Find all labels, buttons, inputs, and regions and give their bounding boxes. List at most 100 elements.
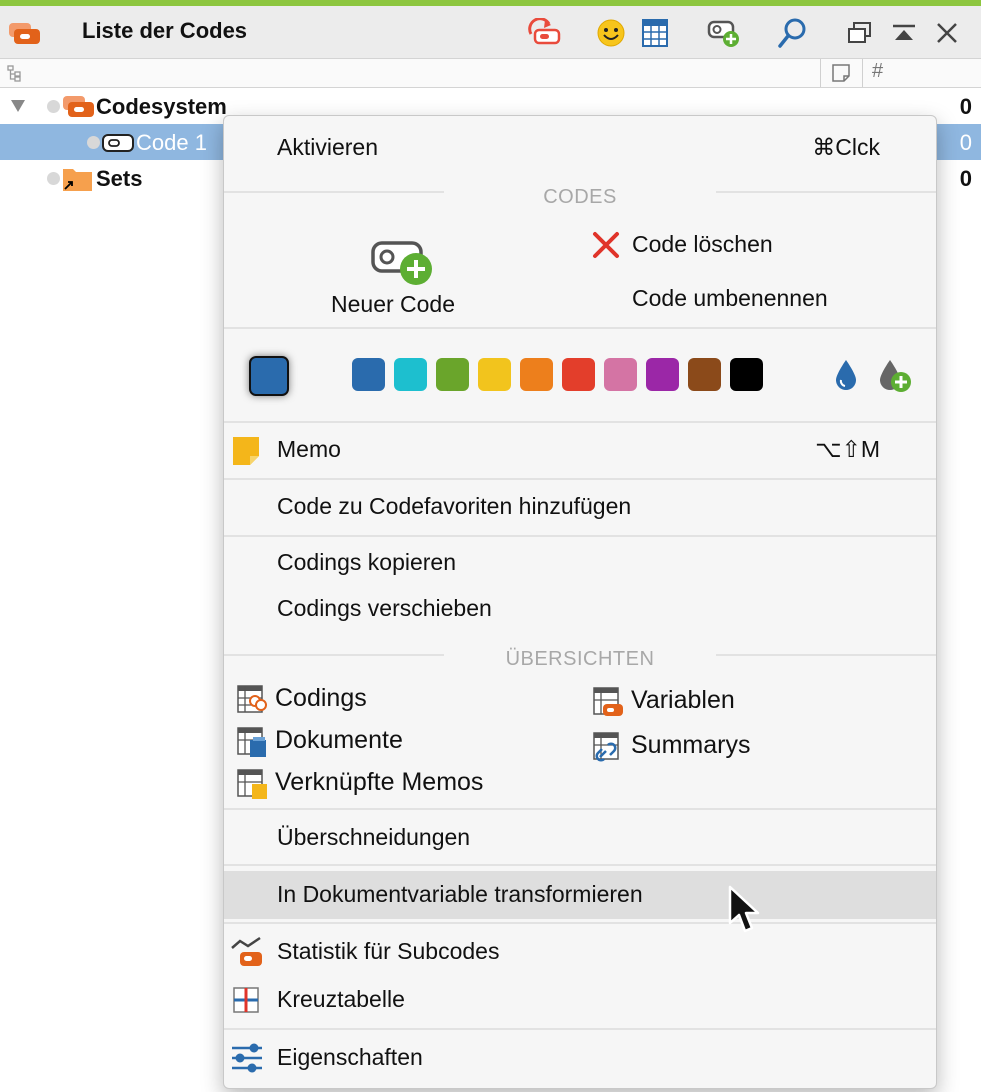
menu-item-copy-codings[interactable]: Codings kopieren — [224, 549, 936, 579]
color-drop-icon[interactable] — [832, 358, 860, 397]
menu-item-delete-code[interactable]: Code löschen — [592, 229, 892, 263]
color-swatch-pink[interactable] — [604, 358, 637, 391]
overview-linked-memos[interactable]: Verknüpfte Memos — [234, 766, 564, 802]
tree-item-count: 0 — [959, 166, 972, 191]
menu-item-activate[interactable]: Aktivieren ⌘Clck — [224, 134, 936, 164]
undock-window-icon[interactable] — [843, 16, 877, 50]
tree-item-count: 0 — [959, 130, 972, 155]
menu-item-label: Überschneidungen — [277, 824, 471, 850]
color-swatch-yellow[interactable] — [478, 358, 511, 391]
count-column-header[interactable]: # — [872, 60, 883, 83]
menu-item-memo[interactable]: Memo ⌥⇧M — [224, 436, 936, 466]
color-swatch-brown[interactable] — [688, 358, 721, 391]
overview-label: Dokumente — [275, 726, 403, 754]
menu-item-label: Codings verschieben — [277, 595, 492, 621]
smiley-icon[interactable] — [594, 16, 628, 50]
new-code-button[interactable]: Neuer Code — [320, 231, 490, 321]
new-code-icon[interactable] — [707, 16, 741, 50]
overview-label: Summarys — [631, 731, 751, 759]
overview-documents[interactable]: Dokumente — [234, 724, 564, 760]
separator — [224, 535, 936, 537]
menu-shortcut: ⌘Clck — [812, 134, 880, 160]
documents-table-icon — [236, 726, 268, 763]
menu-item-label: Statistik für Subcodes — [277, 938, 500, 964]
separator — [224, 864, 936, 866]
code-system-icon — [8, 20, 42, 51]
menu-item-transform[interactable]: In Dokumentvariable transformieren — [224, 871, 936, 919]
tree-item-label: Sets — [96, 166, 143, 191]
menu-item-label: In Dokumentvariable transformieren — [277, 881, 643, 907]
separator — [224, 421, 936, 423]
column-divider — [820, 59, 821, 87]
color-swatch-black[interactable] — [730, 358, 763, 391]
summaries-table-icon — [592, 731, 624, 768]
new-code-label: Neuer Code — [331, 291, 456, 317]
separator — [224, 1028, 936, 1030]
menu-item-label: Memo — [277, 436, 341, 462]
current-color-swatch[interactable] — [249, 356, 289, 396]
variables-table-icon — [592, 686, 624, 723]
color-swatch-cyan[interactable] — [394, 358, 427, 391]
tree-structure-icon[interactable] — [6, 64, 24, 87]
overview-variables[interactable]: Variablen — [590, 684, 890, 720]
menu-item-label: Code löschen — [632, 231, 773, 257]
code-context-menu: Aktivieren ⌘Clck CODES Neuer Code Code l… — [223, 115, 937, 1089]
separator — [716, 191, 936, 193]
color-swatch-orange[interactable] — [520, 358, 553, 391]
status-dot — [47, 172, 60, 185]
memo-icon — [232, 436, 260, 472]
menu-item-crosstab[interactable]: Kreuztabelle — [224, 984, 936, 1018]
expand-triangle-icon[interactable] — [10, 99, 26, 118]
menu-item-label: Aktivieren — [277, 134, 378, 160]
overview-label: Verknüpfte Memos — [275, 768, 484, 796]
codings-table-icon — [236, 684, 268, 721]
status-dot — [87, 136, 100, 149]
menu-shortcut: ⌥⇧M — [815, 436, 880, 462]
properties-sliders-icon — [230, 1042, 264, 1080]
color-swatch-green[interactable] — [436, 358, 469, 391]
separator — [224, 922, 936, 924]
overview-label: Codings — [275, 684, 367, 712]
column-divider — [862, 59, 863, 87]
tree-item-count: 0 — [959, 94, 972, 119]
memos-table-icon — [236, 768, 268, 805]
tree-item-label: Codesystem — [96, 94, 227, 119]
memo-column-icon[interactable] — [831, 63, 851, 88]
sets-folder-icon — [62, 165, 94, 198]
crosstab-icon — [232, 986, 260, 1020]
overview-label: Variablen — [631, 686, 735, 714]
activate-codes-icon[interactable] — [527, 16, 561, 50]
menu-item-intersections[interactable]: Überschneidungen — [224, 824, 936, 854]
separator — [224, 478, 936, 480]
code-system-icon — [62, 93, 96, 124]
separator — [224, 327, 936, 329]
menu-item-properties[interactable]: Eigenschaften — [224, 1042, 936, 1076]
color-swatch-blue[interactable] — [352, 358, 385, 391]
menu-item-rename-code[interactable]: Code umbenennen — [592, 283, 892, 317]
section-label-codes: CODES — [543, 186, 617, 208]
menu-item-move-codings[interactable]: Codings verschieben — [224, 595, 936, 625]
statistics-icon — [230, 936, 264, 976]
color-swatch-red[interactable] — [562, 358, 595, 391]
menu-item-label: Code umbenennen — [632, 285, 828, 311]
new-code-icon — [370, 235, 436, 292]
collapse-icon[interactable] — [887, 16, 921, 50]
search-icon[interactable] — [775, 16, 809, 50]
tree-item-label: Code 1 — [136, 130, 207, 155]
close-icon[interactable] — [930, 16, 964, 50]
panel-title: Liste der Codes — [82, 18, 248, 43]
separator — [716, 654, 936, 656]
grid-table-icon[interactable] — [638, 16, 672, 50]
menu-item-subcode-statistics[interactable]: Statistik für Subcodes — [224, 936, 936, 970]
color-swatch-purple[interactable] — [646, 358, 679, 391]
overview-summaries[interactable]: Summarys — [590, 729, 890, 765]
status-dot — [47, 100, 60, 113]
menu-item-label: Code zu Codefavoriten hinzufügen — [277, 493, 632, 519]
delete-x-icon — [592, 231, 620, 265]
menu-item-label: Codings kopieren — [277, 549, 457, 575]
column-header: # — [0, 59, 981, 88]
add-color-icon[interactable] — [877, 358, 913, 399]
menu-item-add-favorite[interactable]: Code zu Codefavoriten hinzufügen — [224, 493, 936, 523]
menu-item-label: Eigenschaften — [277, 1044, 423, 1070]
overview-codings[interactable]: Codings — [234, 682, 564, 718]
